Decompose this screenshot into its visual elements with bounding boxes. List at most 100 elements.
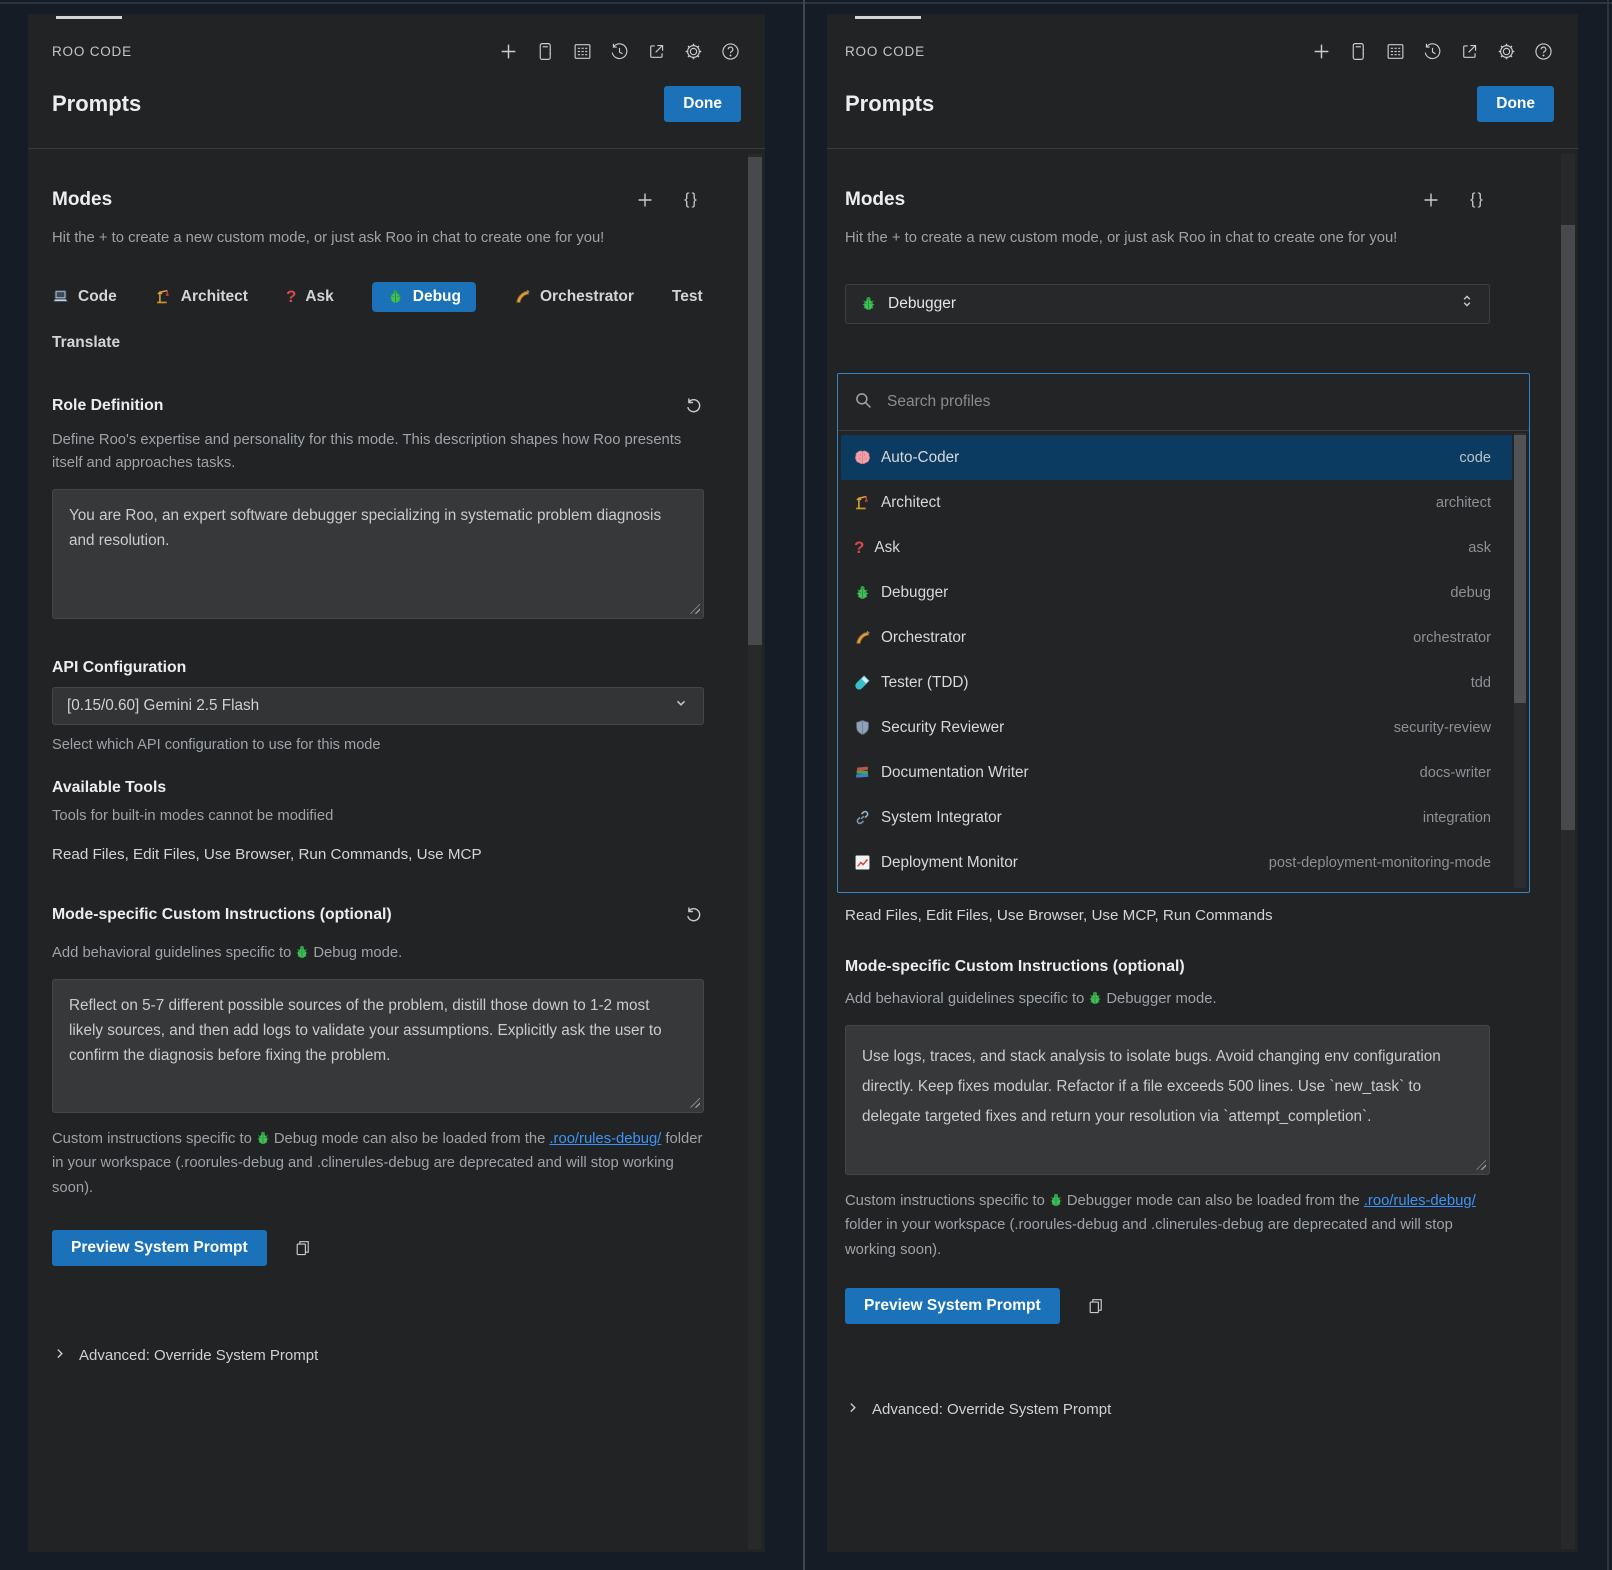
profile-item-documentation-writer[interactable]: Documentation Writer docs-writer <box>841 750 1512 795</box>
active-view-indicator <box>855 16 921 19</box>
mode-profile-dropdown: Auto-Coder code Architect architect ? As… <box>837 373 1530 893</box>
advanced-override-toggle[interactable]: Advanced: Override System Prompt <box>845 1400 1490 1419</box>
chevron-right-icon <box>845 1400 860 1419</box>
add-mode-plus-icon[interactable] <box>1420 190 1441 211</box>
mode-chip-test[interactable]: Test <box>672 288 703 306</box>
dropdown-scrollbar-thumb[interactable] <box>1514 435 1526 703</box>
scrollbar-thumb[interactable] <box>748 157 762 645</box>
laptop-icon <box>52 288 69 305</box>
beetle-icon <box>1087 990 1103 1006</box>
preview-system-prompt-button[interactable]: Preview System Prompt <box>845 1288 1060 1324</box>
question-icon: ? <box>854 539 864 556</box>
custom-instructions-footer: Custom instructions specific toDebugger … <box>845 1189 1490 1263</box>
chevrons-updown-icon <box>1459 293 1475 314</box>
api-configuration-title: API Configuration <box>52 659 704 677</box>
custom-instructions-textarea[interactable]: Use logs, traces, and stack analysis to … <box>845 1025 1490 1175</box>
panel-body: Modes {} Hit the + to create a new custo… <box>28 149 765 1365</box>
beetle-icon <box>1048 1192 1064 1208</box>
advanced-override-toggle[interactable]: Advanced: Override System Prompt <box>52 1346 704 1365</box>
profile-item-tester-tdd[interactable]: Tester (TDD) tdd <box>841 660 1512 705</box>
profile-item-architect[interactable]: Architect architect <box>841 480 1512 525</box>
beetle-icon <box>255 1130 271 1146</box>
mode-profile-select[interactable]: Debugger <box>845 284 1490 324</box>
modes-title: Modes <box>52 189 112 211</box>
copy-icon[interactable] <box>1086 1296 1107 1317</box>
profile-item-orchestrator[interactable]: Orchestrator orchestrator <box>841 615 1512 660</box>
help-icon[interactable] <box>719 40 741 62</box>
rules-folder-link[interactable]: .roo/rules-debug/ <box>1364 1193 1476 1209</box>
search-profiles-input[interactable] <box>885 392 1513 412</box>
open-in-editor-icon[interactable] <box>645 40 667 62</box>
done-button[interactable]: Done <box>664 86 741 122</box>
done-button[interactable]: Done <box>1477 86 1554 122</box>
beetle-icon <box>387 288 404 305</box>
mode-chip-orchestrator[interactable]: Orchestrator <box>514 288 634 306</box>
mcp-servers-icon[interactable] <box>571 40 593 62</box>
custom-instructions-hint: Add behavioral guidelines specific toDeb… <box>845 988 1490 1011</box>
boomerang-icon <box>514 288 531 305</box>
modes-title: Modes <box>845 189 905 211</box>
mcp-servers-icon[interactable] <box>1384 40 1406 62</box>
history-icon[interactable] <box>608 40 630 62</box>
settings-gear-icon[interactable] <box>682 40 704 62</box>
undo-icon[interactable] <box>683 396 704 417</box>
undo-icon[interactable] <box>683 905 704 926</box>
active-view-indicator <box>56 16 122 19</box>
mode-chip-translate[interactable]: Translate <box>52 334 120 352</box>
settings-gear-icon[interactable] <box>1495 40 1517 62</box>
panel-header: ROO CODE Prompts Done <box>827 14 1578 149</box>
brain-icon <box>854 449 871 466</box>
beetle-icon <box>860 295 877 312</box>
api-configuration-select[interactable]: [0.15/0.60] Gemini 2.5 Flash <box>52 687 704 725</box>
history-icon[interactable] <box>1421 40 1443 62</box>
beetle-icon <box>854 584 871 601</box>
profile-item-ask[interactable]: ? Ask ask <box>841 525 1512 570</box>
add-mode-plus-icon[interactable] <box>634 190 655 211</box>
mode-chip-architect[interactable]: Architect <box>155 288 248 306</box>
role-definition-textarea[interactable]: You are Roo, an expert software debugger… <box>52 489 704 619</box>
custom-instructions-title: Mode-specific Custom Instructions (optio… <box>52 906 392 924</box>
rules-folder-link[interactable]: .roo/rules-debug/ <box>549 1131 661 1147</box>
profile-item-system-integrator[interactable]: System Integrator integration <box>841 795 1512 840</box>
roo-code-panel-right: ROO CODE Prompts Done Modes {} Hit the <box>827 14 1578 1552</box>
chevron-down-icon <box>673 695 689 716</box>
prompts-icon[interactable] <box>534 40 556 62</box>
mode-chip-ask[interactable]: ? Ask <box>286 288 334 306</box>
profile-item-auto-coder[interactable]: Auto-Coder code <box>841 435 1512 480</box>
role-definition-description: Define Roo's expertise and personality f… <box>52 429 704 475</box>
new-task-plus-icon[interactable] <box>497 40 519 62</box>
custom-instructions-textarea[interactable]: Reflect on 5-7 different possible source… <box>52 979 704 1113</box>
profile-item-security-reviewer[interactable]: Security Reviewer security-review <box>841 705 1512 750</box>
modes-hint: Hit the + to create a new custom mode, o… <box>52 227 704 250</box>
open-in-editor-icon[interactable] <box>1458 40 1480 62</box>
page-title: Prompts <box>52 91 141 117</box>
profile-item-deployment-monitor[interactable]: Deployment Monitor post-deployment-monit… <box>841 840 1512 885</box>
api-configuration-help: Select which API configuration to use fo… <box>52 737 704 753</box>
mode-chip-list: Code Architect ? Ask Debug Orchestrator … <box>52 282 704 352</box>
books-icon <box>854 764 871 781</box>
page-title: Prompts <box>845 91 934 117</box>
crane-icon <box>155 288 172 305</box>
header-toolbar <box>1310 40 1554 62</box>
roo-code-panel-left: ROO CODE Prompts Done Modes {} Hit the <box>28 14 765 1552</box>
app-title: ROO CODE <box>845 44 925 59</box>
scrollbar-thumb[interactable] <box>1561 225 1575 830</box>
available-tools-list: Read Files, Edit Files, Use Browser, Use… <box>845 907 1490 924</box>
new-task-plus-icon[interactable] <box>1310 40 1332 62</box>
edit-modes-json-button[interactable]: {} <box>681 190 702 211</box>
edit-modes-json-button[interactable]: {} <box>1467 190 1488 211</box>
profile-item-debugger[interactable]: Debugger debug <box>841 570 1512 615</box>
shield-icon <box>854 719 871 736</box>
beetle-icon <box>294 944 310 960</box>
app-title: ROO CODE <box>52 44 132 59</box>
prompts-icon[interactable] <box>1347 40 1369 62</box>
modes-hint: Hit the + to create a new custom mode, o… <box>845 227 1490 250</box>
panel-divider <box>803 0 805 1570</box>
panel-body: Modes {} Hit the + to create a new custo… <box>827 149 1578 1419</box>
preview-system-prompt-button[interactable]: Preview System Prompt <box>52 1230 267 1266</box>
available-tools-title: Available Tools <box>52 779 704 797</box>
mode-chip-code[interactable]: Code <box>52 288 117 306</box>
mode-chip-debug-selected[interactable]: Debug <box>372 282 476 312</box>
help-icon[interactable] <box>1532 40 1554 62</box>
copy-icon[interactable] <box>293 1238 314 1259</box>
